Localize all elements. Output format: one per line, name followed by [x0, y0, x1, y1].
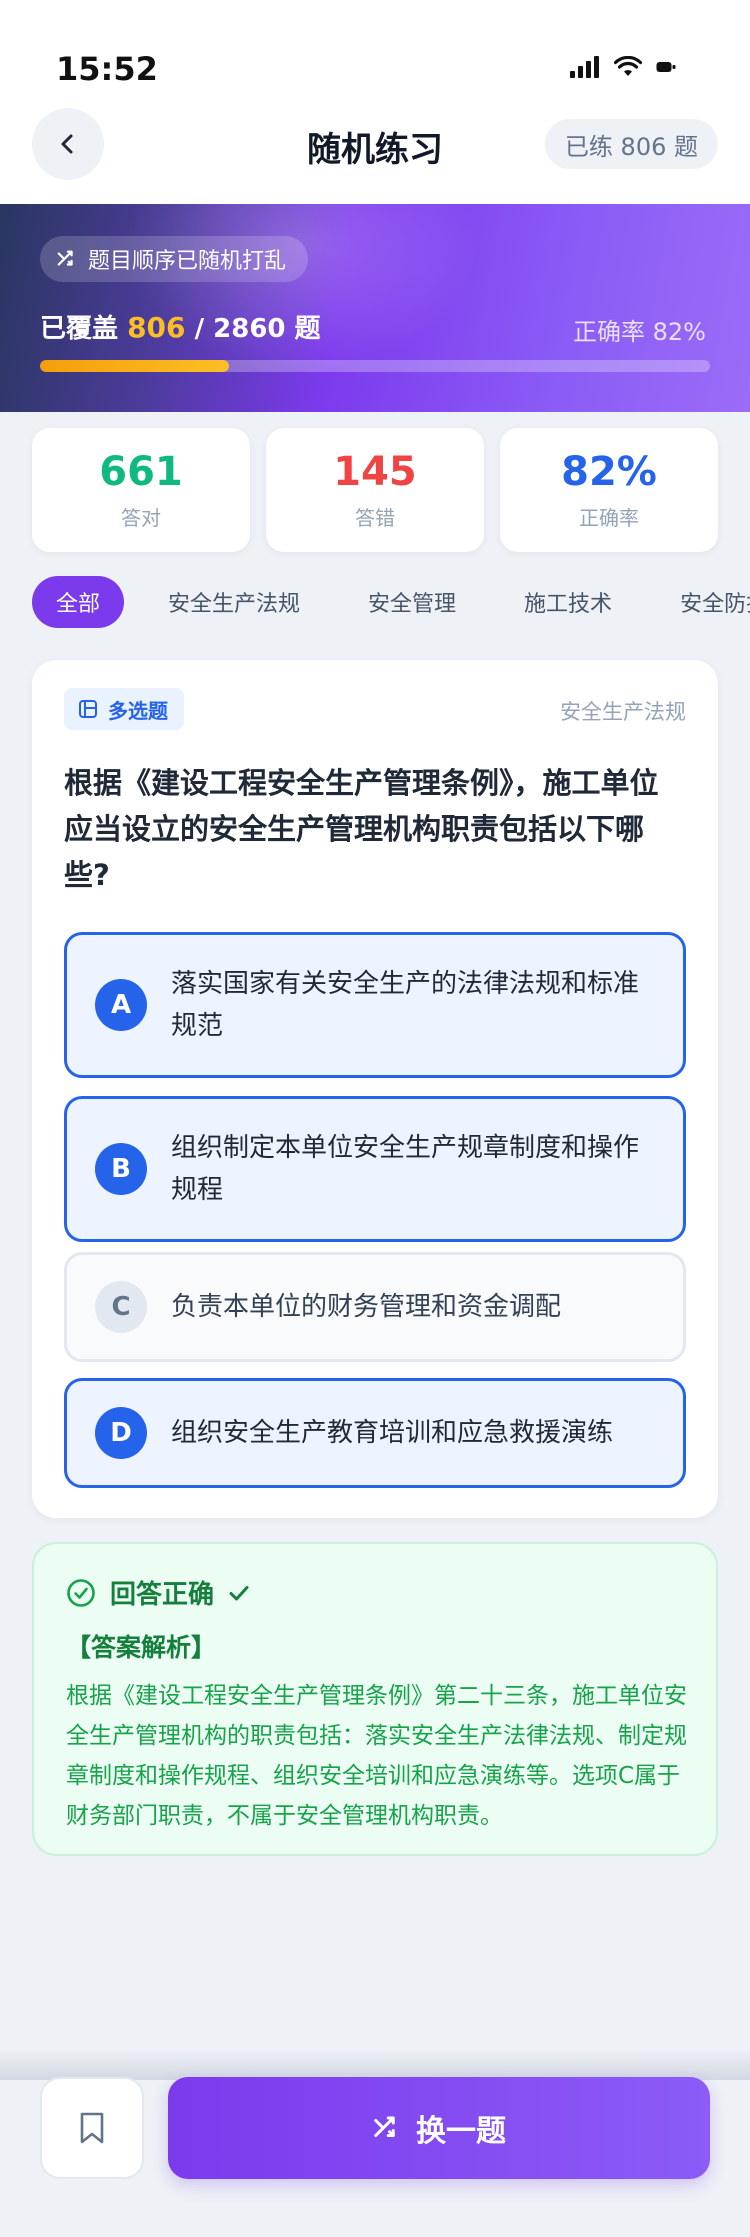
next-question-button[interactable]: 换一题 [168, 2077, 710, 2179]
covered-count: 806 [127, 311, 186, 344]
stat-label: 答对 [121, 505, 161, 530]
option-text: 负责本单位的财务管理和资金调配 [171, 1292, 562, 1322]
stat-label: 答错 [355, 505, 395, 530]
stat-value: 145 [333, 448, 417, 495]
option-text: 落实国家有关安全生产的法律法规和标准规范 [171, 969, 640, 1041]
stat-label: 正确率 [579, 505, 639, 530]
stats-row: 661 答对 145 答错 82% 正确率 [32, 428, 718, 552]
next-question-label: 换一题 [416, 2114, 506, 2149]
shuffle-status-tag: 题目顺序已随机打乱 [40, 236, 309, 282]
coverage-progress-track [40, 360, 710, 372]
checkmark-icon [229, 1585, 249, 1600]
option-letter: D [95, 1407, 147, 1459]
progress-banner: 题目顺序已随机打乱 已覆盖 806 / 2860 题 正确率 82% [0, 204, 750, 412]
random-practice-page: 15:52 随机练习 已练 806 题 题目顺序已随机打乱 已覆盖 806 / … [0, 0, 750, 2237]
checklist-icon [79, 700, 97, 718]
category-tab-management[interactable]: 安全管理 [344, 576, 480, 628]
shuffle-status-label: 题目顺序已随机打乱 [88, 249, 287, 274]
category-tabs: 全部 安全生产法规 安全管理 施工技术 安全防护 [32, 576, 750, 628]
stat-card-accuracy: 82% 正确率 [500, 428, 718, 552]
analysis-heading: 【答案解析】 [66, 1633, 217, 1662]
answer-result: 回答正确 [66, 1574, 250, 1611]
option-b[interactable]: B 组织制定本单位安全生产规章制度和操作规程 [64, 1096, 686, 1242]
option-text: 组织制定本单位安全生产规章制度和操作规程 [171, 1133, 640, 1205]
check-circle-icon [67, 1578, 95, 1607]
option-letter: B [95, 1143, 147, 1195]
shuffle-icon [57, 250, 73, 266]
coverage-progress-fill [40, 360, 229, 372]
banner-accuracy: 正确率 82% [573, 318, 706, 346]
banner-glow [120, 204, 480, 374]
status-time: 15:52 [56, 50, 158, 88]
status-icons [570, 56, 676, 78]
option-text: 组织安全生产教育培训和应急救援演练 [171, 1418, 614, 1448]
practiced-count-badge: 已练 806 题 [544, 119, 718, 169]
option-c[interactable]: C 负责本单位的财务管理和资金调配 [64, 1252, 686, 1362]
question-type-badge: 多选题 [64, 688, 184, 730]
option-letter: C [95, 1281, 147, 1333]
battery-icon [656, 62, 676, 72]
stat-card-correct: 661 答对 [32, 428, 250, 552]
wifi-icon [614, 56, 642, 76]
category-tab-protection[interactable]: 安全防护 [656, 576, 750, 628]
answer-result-label: 回答正确 [110, 1580, 215, 1610]
question-type-label: 多选题 [108, 698, 168, 723]
option-a[interactable]: A 落实国家有关安全生产的法律法规和标准规范 [64, 932, 686, 1078]
bookmark-button[interactable] [40, 2077, 144, 2179]
option-d[interactable]: D 组织安全生产教育培训和应急救援演练 [64, 1378, 686, 1488]
category-tab-construction[interactable]: 施工技术 [500, 576, 636, 628]
question-card: 多选题 安全生产法规 根据《建设工程安全生产管理条例》，施工单位应当设立的安全生… [32, 660, 718, 1518]
question-text: 根据《建设工程安全生产管理条例》，施工单位应当设立的安全生产管理机构职责包括以下… [64, 766, 659, 892]
category-tab-all[interactable]: 全部 [32, 576, 125, 628]
question-category: 安全生产法规 [560, 700, 686, 724]
stat-card-wrong: 145 答错 [266, 428, 484, 552]
shuffle-icon [374, 2116, 395, 2137]
stat-value: 82% [561, 448, 657, 495]
signal-icon [570, 56, 599, 78]
analysis-text: 根据《建设工程安全生产管理条例》第二十三条，施工单位安全生产管理机构的职责包括：… [66, 1683, 687, 1829]
bookmark-icon [80, 2112, 104, 2144]
coverage-prefix: 已覆盖 [40, 314, 119, 344]
coverage-summary: 已覆盖 806 / 2860 题 [40, 308, 321, 345]
option-letter: A [95, 979, 147, 1031]
stat-value: 661 [99, 448, 183, 495]
total-count: / 2860 题 [194, 314, 321, 344]
answer-analysis-card: 回答正确 【答案解析】 根据《建设工程安全生产管理条例》第二十三条，施工单位安全… [32, 1542, 718, 1856]
top-bar: 15:52 随机练习 已练 806 题 [0, 0, 750, 204]
category-tab-regulations[interactable]: 安全生产法规 [144, 576, 324, 628]
